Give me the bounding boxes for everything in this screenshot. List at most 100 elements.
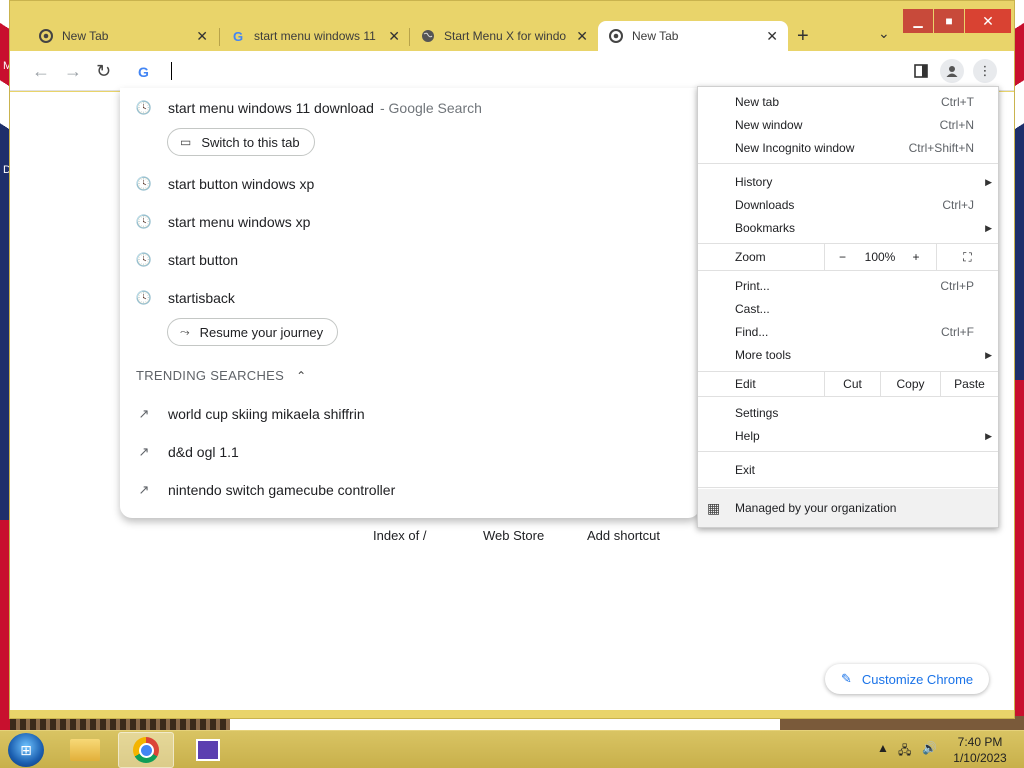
suggestion-text: start menu windows 11 download <box>168 100 374 116</box>
suggestion-item[interactable]: 🕓 start button <box>120 248 700 272</box>
trending-text: world cup skiing mikaela shiffrin <box>168 406 365 422</box>
trending-item[interactable]: ↗ world cup skiing mikaela shiffrin <box>120 402 700 426</box>
fullscreen-icon[interactable]: ⛶ <box>936 244 998 270</box>
trending-searches-header[interactable]: TRENDING SEARCHES ⌃ <box>136 368 306 383</box>
clock-icon: 🕓 <box>135 100 153 115</box>
menu-find[interactable]: Find... Ctrl+F <box>698 321 998 343</box>
menu-shortcut: Ctrl+N <box>939 118 974 132</box>
menu-label: Zoom <box>735 250 766 264</box>
profile-avatar-icon[interactable] <box>940 59 964 83</box>
menu-shortcut: Ctrl+J <box>942 198 974 212</box>
edit-copy-button[interactable]: Copy <box>880 372 940 396</box>
menu-help[interactable]: Help ▶ <box>698 425 998 447</box>
trending-icon: ↗ <box>138 444 150 459</box>
menu-new-tab[interactable]: New tab Ctrl+T <box>698 91 998 113</box>
kebab-menu-icon[interactable]: ⋮ <box>973 59 997 83</box>
menu-shortcut: Ctrl+F <box>941 325 974 339</box>
clock-date: 1/10/2023 <box>953 751 1007 765</box>
menu-label: New tab <box>735 95 780 109</box>
menu-settings[interactable]: Settings <box>698 402 998 424</box>
zoom-in-button[interactable]: + <box>900 244 932 270</box>
menu-history[interactable]: History ▶ <box>698 171 998 193</box>
tab-strip: New Tab ✕ G start menu windows 11 ✕ Star… <box>10 1 1014 51</box>
menu-label: Downloads <box>735 198 795 212</box>
zoom-out-button[interactable]: − <box>824 244 860 270</box>
suggestion-item[interactable]: 🕓 start menu windows xp <box>120 210 700 234</box>
maximize-button[interactable]: ■ <box>934 9 964 33</box>
minimize-button[interactable]: ▁ <box>903 9 933 33</box>
show-hidden-icons-chevron-icon[interactable]: ▲ <box>877 741 889 755</box>
close-tab-icon[interactable]: ✕ <box>196 28 208 45</box>
tab-search-chevron-icon[interactable]: ⌄ <box>878 25 890 42</box>
menu-divider <box>698 451 998 452</box>
suggestion-text: start menu windows xp <box>168 214 311 230</box>
menu-new-incognito-window[interactable]: New Incognito window Ctrl+Shift+N <box>698 137 998 159</box>
taskbar-app[interactable] <box>180 732 236 768</box>
menu-edit-row: Edit Cut Copy Paste <box>698 372 998 396</box>
menu-new-window[interactable]: New window Ctrl+N <box>698 114 998 136</box>
chrome-icon <box>38 28 54 44</box>
suggestion-item[interactable]: 🕓 start menu windows 11 download - Googl… <box>120 96 700 120</box>
menu-label: Find... <box>735 325 769 339</box>
customize-chrome-button[interactable]: ✎ Customize Chrome <box>825 664 989 694</box>
menu-cast[interactable]: Cast... <box>698 298 998 320</box>
menu-divider <box>698 396 998 397</box>
browser-toolbar: ← → ↻ G ⋮ <box>10 51 1014 91</box>
forward-arrow-icon[interactable]: → <box>64 61 82 82</box>
edit-paste-button[interactable]: Paste <box>940 372 998 396</box>
switch-to-tab-button[interactable]: ▭ Switch to this tab <box>167 128 315 156</box>
windows-start-icon[interactable]: ⊞ <box>8 733 44 767</box>
chip-label: Resume your journey <box>199 324 324 340</box>
menu-exit[interactable]: Exit <box>698 459 998 481</box>
resume-journey-button[interactable]: ⤳ Resume your journey <box>167 318 339 346</box>
trending-header-label: TRENDING SEARCHES <box>136 368 285 383</box>
customize-chrome-label: Customize Chrome <box>861 671 974 687</box>
side-panel-icon[interactable] <box>909 59 933 83</box>
shortcut-add[interactable]: Add shortcut <box>587 528 660 543</box>
edit-cut-button[interactable]: Cut <box>824 372 880 396</box>
shortcut-index[interactable]: Index of / <box>373 528 426 543</box>
tab-start-menu-windows-11[interactable]: G start menu windows 11 ✕ <box>220 21 410 51</box>
journey-icon: ⤳ <box>180 324 190 339</box>
menu-downloads[interactable]: Downloads Ctrl+J <box>698 194 998 216</box>
google-icon: G <box>232 28 244 44</box>
submenu-arrow-icon: ▶ <box>985 349 992 360</box>
omnibox-suggestions: 🕓 start menu windows 11 download - Googl… <box>120 88 700 518</box>
shortcut-web-store[interactable]: Web Store <box>483 528 544 543</box>
tab-new-tab-1[interactable]: New Tab ✕ <box>28 21 218 51</box>
menu-more-tools[interactable]: More tools ▶ <box>698 344 998 366</box>
network-icon[interactable]: 🖧 <box>898 741 911 762</box>
menu-zoom-label: Zoom <box>698 246 818 268</box>
suggestion-item[interactable]: 🕓 start button windows xp <box>120 172 700 196</box>
trending-item[interactable]: ↗ nintendo switch gamecube controller <box>120 478 700 502</box>
chrome-app-menu: New tab Ctrl+T New window Ctrl+N New Inc… <box>697 86 999 528</box>
taskbar-clock[interactable]: 7:40 PM 1/10/2023 <box>945 734 1015 766</box>
menu-divider <box>698 163 998 164</box>
menu-managed-by-org[interactable]: ▦ Managed by your organization <box>698 489 998 527</box>
close-tab-icon[interactable]: ✕ <box>576 28 588 45</box>
globe-icon <box>420 28 436 44</box>
back-arrow-icon[interactable]: ← <box>32 61 50 82</box>
menu-shortcut: Ctrl+T <box>941 95 974 109</box>
trending-item[interactable]: ↗ d&d ogl 1.1 <box>120 440 700 464</box>
reload-icon[interactable]: ↻ <box>96 61 111 82</box>
suggestion-item[interactable]: 🕓 startisback <box>120 286 700 310</box>
chevron-up-icon[interactable]: ⌃ <box>296 369 306 383</box>
close-window-button[interactable]: ✕ <box>965 9 1011 33</box>
clock-icon: 🕓 <box>135 176 153 191</box>
menu-print[interactable]: Print... Ctrl+P <box>698 275 998 297</box>
tab-start-menu-x[interactable]: Start Menu X for windo ✕ <box>410 21 598 51</box>
new-tab-plus-icon[interactable]: + <box>797 25 809 48</box>
address-bar[interactable]: G <box>122 57 682 87</box>
taskbar-chrome[interactable] <box>118 732 174 768</box>
menu-shortcut: Ctrl+Shift+N <box>908 141 974 155</box>
taskbar-explorer[interactable] <box>57 732 113 768</box>
close-tab-icon[interactable]: ✕ <box>388 28 400 45</box>
suggestion-suffix: - Google Search <box>379 100 482 116</box>
close-tab-icon[interactable]: ✕ <box>766 28 778 45</box>
tab-new-tab-active[interactable]: New Tab ✕ <box>598 21 788 51</box>
trending-icon: ↗ <box>138 406 150 421</box>
volume-icon[interactable]: 🔊 <box>922 741 937 755</box>
menu-bookmarks[interactable]: Bookmarks ▶ <box>698 217 998 239</box>
chip-label: Switch to this tab <box>201 134 300 150</box>
